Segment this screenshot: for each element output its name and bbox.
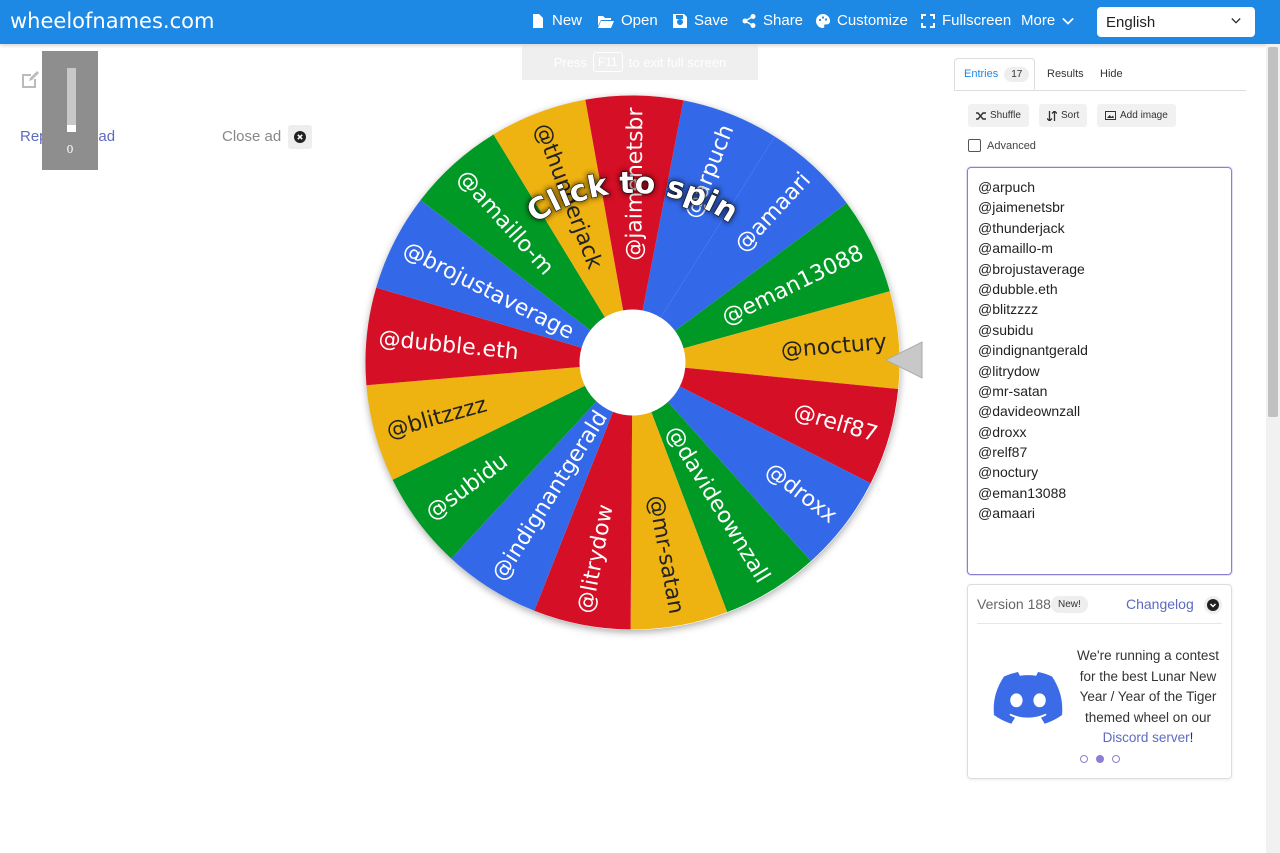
tab-hide[interactable]: Hide — [1100, 58, 1123, 90]
entry-line: @jaimenetsbr — [978, 199, 1065, 216]
message-suffix: ! — [1189, 730, 1194, 745]
hint-suffix: to exit full screen — [628, 54, 727, 70]
new-button[interactable]: New — [531, 12, 582, 29]
discord-icon — [993, 672, 1063, 724]
open-button[interactable]: Open — [598, 12, 658, 29]
tab-results[interactable]: Results — [1047, 58, 1084, 90]
entry-line: @droxx — [978, 423, 1027, 440]
advanced-checkbox-box[interactable] — [968, 139, 981, 152]
entry-line: @blitzzzz — [978, 301, 1039, 318]
wheel-pointer-icon — [884, 341, 923, 379]
discord-server-link[interactable]: Discord server — [1103, 730, 1190, 745]
entry-line: @thunderjack — [978, 219, 1065, 236]
scrollbar-thumb[interactable] — [1268, 47, 1278, 417]
entry-line: @mr-satan — [978, 382, 1048, 399]
fullscreen-button[interactable]: Fullscreen — [921, 12, 1011, 29]
divider — [977, 623, 1222, 624]
carousel-dots — [1080, 755, 1120, 763]
panel-tabs: Entries 17 Results Hide — [954, 58, 1246, 91]
entry-line: @davideownzall — [978, 403, 1081, 420]
carousel-dot-active[interactable] — [1096, 755, 1104, 763]
chevron-down-circle-icon — [1207, 599, 1219, 611]
tab-entries-label: Entries — [964, 68, 999, 80]
entry-line: @brojustaverage — [978, 260, 1085, 277]
image-icon — [1105, 111, 1116, 120]
entries-textarea[interactable]: @arpuch @jaimenetsbr @thunderjack @amaillo-… — [967, 167, 1232, 575]
customize-label: Customize — [837, 12, 908, 29]
tab-hide-label: Hide — [1100, 68, 1123, 80]
fullscreen-hint: Press F11 to exit full screen — [522, 44, 758, 80]
file-icon — [533, 13, 543, 28]
language-value: English — [1106, 13, 1156, 31]
slider-track — [67, 68, 76, 132]
customize-button[interactable]: Customize — [816, 12, 908, 29]
version-label: Version 188 — [977, 596, 1051, 612]
more-label: More — [1021, 12, 1056, 29]
entry-line: @indignantgerald — [978, 342, 1088, 359]
new-badge: New! — [1051, 596, 1088, 613]
floppy-disk-icon — [673, 13, 687, 28]
contest-text: We're running a contest for the best Lun… — [1077, 648, 1219, 725]
page-scrollbar[interactable] — [1266, 44, 1280, 853]
new-label: New — [552, 12, 583, 29]
sort-button[interactable]: Sort — [1039, 104, 1088, 127]
expand-icon — [921, 13, 935, 28]
share-button[interactable]: Share — [742, 12, 803, 29]
shuffle-button[interactable]: Shuffle — [968, 104, 1029, 127]
ad-volume-slider[interactable]: 0 — [42, 51, 98, 170]
add-image-label: Add image — [1120, 110, 1168, 121]
language-select[interactable]: English — [1097, 7, 1255, 37]
more-menu[interactable]: More — [1021, 12, 1074, 29]
sort-icon — [1047, 110, 1057, 121]
advanced-label: Advanced — [987, 139, 1036, 152]
advanced-checkbox[interactable]: Advanced — [968, 139, 1036, 152]
wheel[interactable]: @arpuch @amaari @eman13088 @noctury @relf87 @… — [360, 90, 905, 635]
hint-prefix: Press — [553, 54, 587, 70]
wheel-graphic[interactable]: @arpuch@amaari@eman13088@noctury@relf87@… — [360, 90, 905, 635]
share-label: Share — [763, 12, 804, 29]
fullscreen-label: Fullscreen — [942, 12, 1012, 29]
save-button[interactable]: Save — [673, 12, 728, 29]
ad-counter: 0 — [66, 143, 74, 156]
close-ad-button[interactable] — [288, 125, 312, 149]
brand-logo[interactable]: wheelofnames.com — [10, 9, 214, 33]
chevron-down-icon — [1062, 17, 1074, 25]
changelog-link[interactable]: Changelog — [1126, 596, 1194, 612]
add-image-button[interactable]: Add image — [1097, 104, 1176, 127]
tab-results-label: Results — [1047, 68, 1084, 80]
close-circle-icon — [294, 131, 306, 143]
shuffle-icon — [976, 111, 986, 120]
close-ad-link[interactable]: Close ad — [222, 128, 281, 145]
entry-line: @noctury — [978, 464, 1039, 481]
edit-icon[interactable] — [20, 70, 40, 90]
contest-message: We're running a contest for the best Lun… — [1071, 646, 1225, 749]
save-label: Save — [694, 12, 729, 29]
tab-entries[interactable]: Entries 17 — [954, 58, 1035, 90]
carousel-dot[interactable] — [1080, 755, 1088, 763]
palette-icon — [816, 13, 830, 28]
entries-count-badge: 17 — [1004, 66, 1030, 82]
sort-label: Sort — [1061, 110, 1080, 121]
navbar: wheelofnames.com New Open Save Share Cus… — [0, 0, 1280, 44]
share-icon — [742, 13, 756, 28]
slider-thumb[interactable] — [67, 125, 76, 132]
entry-line: @dubble.eth — [978, 280, 1058, 297]
entry-line: @arpuch — [978, 179, 1036, 195]
hint-key: F11 — [592, 52, 623, 72]
changelog-card: Version 188 New! Changelog We're running… — [967, 584, 1232, 779]
entry-line: @subidu — [978, 321, 1034, 338]
wheel-hub[interactable] — [579, 309, 686, 416]
carousel-dot[interactable] — [1112, 755, 1120, 763]
entry-line: @amaillo-m — [978, 240, 1053, 257]
folder-open-icon — [598, 15, 614, 28]
entry-line: @relf87 — [978, 444, 1028, 461]
changelog-toggle-button[interactable] — [1204, 596, 1222, 614]
entry-line: @litrydow — [978, 362, 1040, 379]
shuffle-label: Shuffle — [990, 110, 1021, 121]
entry-line: @eman13088 — [978, 484, 1067, 501]
open-label: Open — [621, 12, 658, 29]
entry-line: @amaari — [978, 505, 1036, 522]
chevron-down-icon — [1231, 18, 1241, 24]
